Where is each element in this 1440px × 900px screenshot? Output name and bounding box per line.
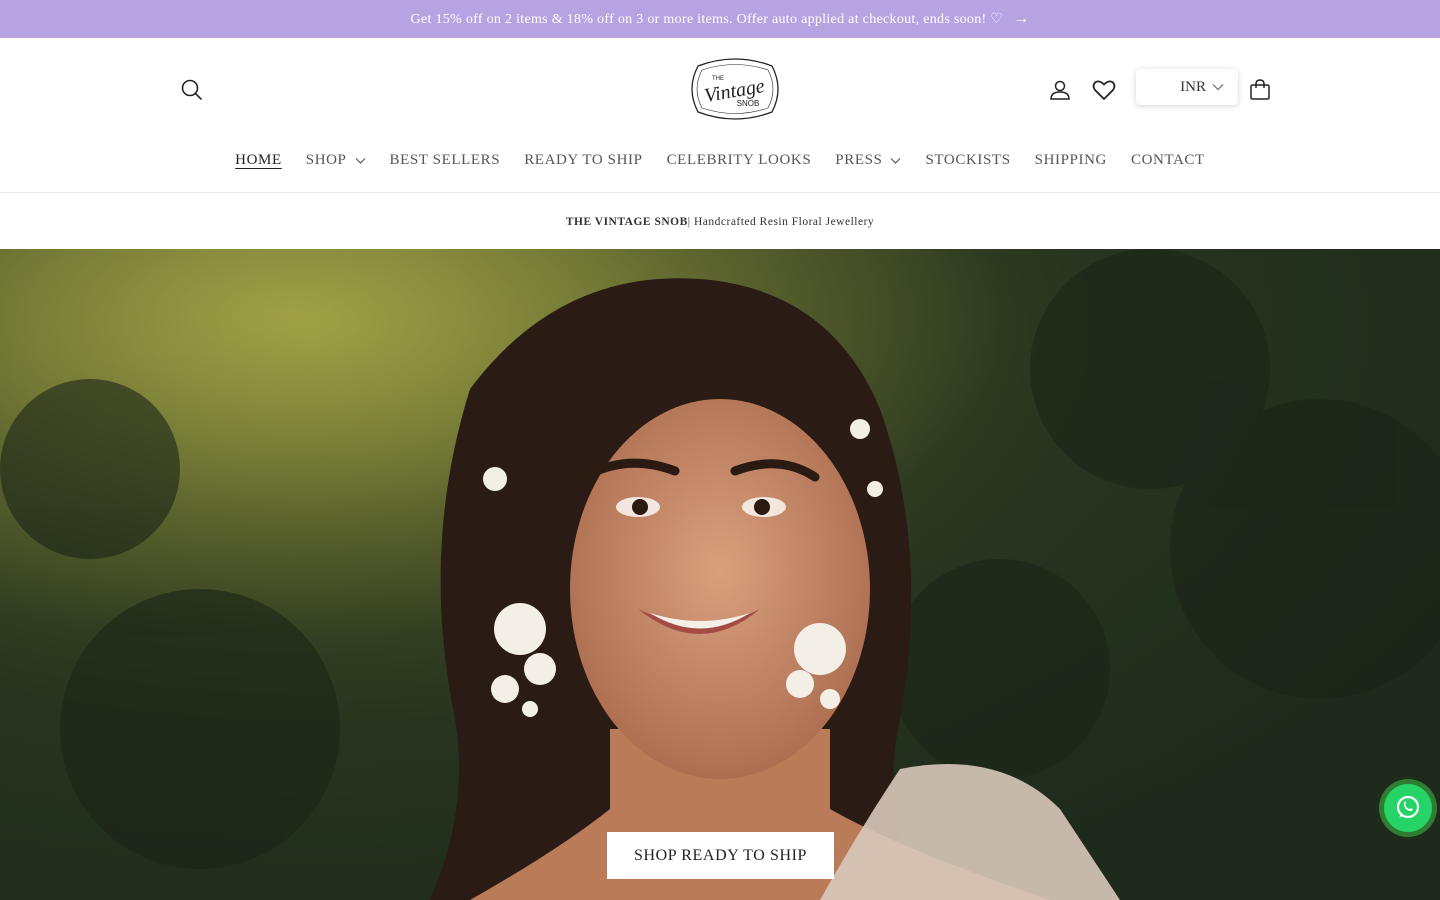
nav-label: STOCKISTS: [925, 151, 1011, 168]
arrow-right-icon[interactable]: →: [1013, 10, 1029, 28]
tagline-text: | Handcrafted Resin Floral Jewellery: [687, 215, 875, 228]
nav-item-stockists[interactable]: STOCKISTS: [925, 152, 1010, 169]
nav-label: READY TO SHIP: [524, 151, 643, 168]
shop-ready-to-ship-button[interactable]: SHOP READY TO SHIP: [607, 832, 834, 879]
nav-item-shipping[interactable]: SHIPPING: [1035, 152, 1107, 169]
nav-label: BEST SELLERS: [389, 151, 501, 168]
nav-label: CELEBRITY LOOKS: [666, 151, 812, 168]
nav-item-home[interactable]: HOME: [235, 152, 282, 169]
announcement-bar[interactable]: Get 15% off on 2 items & 18% off on 3 or…: [0, 0, 1440, 38]
tagline-brand: THE VINTAGE SNOB: [565, 215, 688, 228]
currency-selector[interactable]: INR: [1136, 69, 1238, 105]
brand-logo[interactable]: THE Vintage SNOB: [688, 56, 782, 122]
chevron-down-icon: [891, 157, 901, 164]
whatsapp-icon: [1384, 784, 1432, 832]
nav-item-ready-to-ship[interactable]: READY TO SHIP: [524, 152, 642, 169]
whatsapp-button[interactable]: [1379, 779, 1437, 837]
nav-item-contact[interactable]: CONTACT: [1131, 152, 1205, 169]
chevron-down-icon: [1212, 84, 1224, 91]
account-icon[interactable]: [1046, 76, 1074, 104]
hero-banner[interactable]: [0, 249, 1440, 900]
search-icon[interactable]: [178, 76, 206, 104]
currency-label: INR: [1180, 78, 1206, 95]
nav-item-best-sellers[interactable]: BEST SELLERS: [390, 152, 501, 169]
nav-label: SHOP: [305, 151, 347, 168]
nav-label: CONTACT: [1130, 151, 1205, 168]
hero-image: [0, 249, 1440, 900]
nav-item-shop[interactable]: SHOP: [306, 152, 366, 169]
main-nav: HOME SHOP BEST SELLERS READY TO SHIP CEL…: [0, 148, 1440, 172]
announcement-text: Get 15% off on 2 items & 18% off on 3 or…: [410, 11, 1004, 27]
nav-item-press[interactable]: PRESS: [835, 152, 901, 169]
nav-item-celebrity-looks[interactable]: CELEBRITY LOOKS: [667, 152, 812, 169]
logo-text-snob: SNOB: [737, 99, 760, 108]
heart-icon[interactable]: [1090, 76, 1118, 104]
tagline-strip: THE VINTAGE SNOB | Handcrafted Resin Flo…: [0, 194, 1440, 249]
site-header: THE Vintage SNOB INR HOME SHOP BEST SELL…: [0, 38, 1440, 193]
nav-label: SHIPPING: [1034, 151, 1107, 168]
cart-icon[interactable]: [1246, 76, 1274, 104]
nav-label: HOME: [235, 151, 282, 168]
nav-label: PRESS: [835, 151, 883, 168]
chevron-down-icon: [355, 157, 365, 164]
